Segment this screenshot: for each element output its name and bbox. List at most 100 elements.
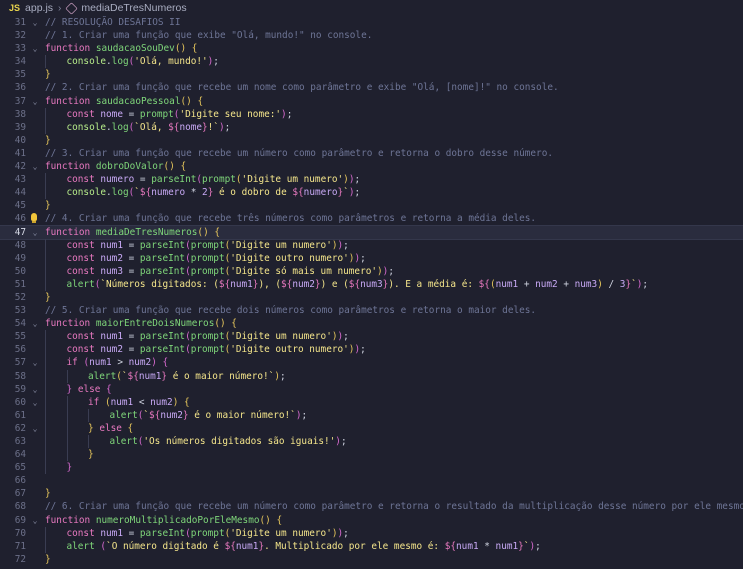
- code-line[interactable]: 51 alert(`Números digitados: (${num1}), (…: [0, 277, 743, 291]
- code-line[interactable]: 35}: [0, 68, 743, 81]
- code-line[interactable]: 36 // 2. Criar uma função que recebe um n…: [0, 81, 743, 94]
- code-line[interactable]: 38 const nome = prompt('Digite seu nome:'…: [0, 107, 743, 121]
- code-line[interactable]: 72}: [0, 553, 743, 566]
- code-text[interactable]: function mediaDeTresNumeros() {: [45, 226, 220, 239]
- code-line[interactable]: 63 alert('Os números digitados são iguais…: [0, 435, 743, 449]
- code-text[interactable]: }: [67, 461, 73, 474]
- code-text[interactable]: alert(`Números digitados: (${num1}), (${…: [67, 278, 649, 291]
- code-area[interactable]: 31 ⌄ // RESOLUÇÃO DESAFIOS II 32 // 1. Criar…: [0, 16, 743, 569]
- code-line[interactable]: 44 console.log(`${numero * 2} é o dobro d…: [0, 186, 743, 200]
- code-text[interactable]: const num3 = parseInt(prompt('Digite só …: [67, 265, 394, 278]
- code-token: function: [45, 161, 91, 173]
- code-text[interactable]: // 2. Criar uma função que recebe um nom…: [45, 81, 559, 94]
- code-text[interactable]: const num2 = parseInt(prompt('Digite out…: [67, 252, 366, 265]
- code-text[interactable]: }: [45, 199, 51, 212]
- code-text[interactable]: // 4. Criar uma função que recebe três n…: [45, 212, 536, 225]
- code-line[interactable]: 31 ⌄ // RESOLUÇÃO DESAFIOS II: [0, 16, 743, 29]
- lightbulb-icon[interactable]: [31, 213, 37, 224]
- code-text[interactable]: function dobroDoValor() {: [45, 160, 186, 173]
- code-line[interactable]: 32 // 1. Criar uma função que exibe "Olá,…: [0, 29, 743, 42]
- code-text[interactable]: const num1 = parseInt(prompt('Digite um …: [67, 239, 349, 252]
- fold-chevron-icon[interactable]: ⌄: [30, 396, 40, 409]
- fold-chevron-icon[interactable]: ⌄: [30, 16, 40, 29]
- code-line[interactable]: 53 // 5. Criar uma função que recebe dois…: [0, 304, 743, 317]
- fold-chevron-icon[interactable]: ⌄: [30, 42, 40, 55]
- fold-chevron-icon[interactable]: ⌄: [30, 356, 40, 369]
- code-line[interactable]: 50 const num3 = parseInt(prompt('Digite s…: [0, 264, 743, 278]
- code-text[interactable]: // 5. Criar uma função que recebe dois n…: [45, 304, 536, 317]
- code-text[interactable]: function maiorEntreDoisNumeros() {: [45, 317, 237, 330]
- code-line[interactable]: 65}: [0, 461, 743, 475]
- code-text[interactable]: alert('Os números digitados são iguais!'…: [110, 435, 347, 448]
- fold-chevron-icon[interactable]: ⌄: [30, 95, 40, 108]
- code-line[interactable]: 48 const num1 = parseInt(prompt('Digite u…: [0, 238, 743, 252]
- code-line[interactable]: 66: [0, 474, 743, 487]
- code-line[interactable]: 70 const num1 = parseInt(prompt('Digite u…: [0, 526, 743, 540]
- code-line[interactable]: 43 const numero = parseInt(prompt('Digite…: [0, 173, 743, 187]
- code-text[interactable]: const num1 = parseInt(prompt('Digite um …: [67, 527, 349, 540]
- code-line[interactable]: 64}: [0, 448, 743, 462]
- code-line[interactable]: 59 ⌄} else {: [0, 382, 743, 396]
- code-text[interactable]: console.log(`${numero * 2} é o dobro de …: [67, 186, 361, 199]
- fold-chevron-icon[interactable]: ⌄: [30, 514, 40, 527]
- code-line[interactable]: 34 console.log('Olá, mundo!');: [0, 55, 743, 69]
- code-line[interactable]: 71 alert (`O número digitado é ${num1}. M…: [0, 539, 743, 553]
- code-text[interactable]: if (num1 > num2) {: [67, 356, 169, 369]
- code-text[interactable]: } else {: [88, 422, 133, 435]
- code-line[interactable]: 69 ⌄ function numeroMultiplicadoPorEleMesm…: [0, 514, 743, 527]
- fold-chevron-icon[interactable]: ⌄: [30, 422, 40, 435]
- code-line[interactable]: 56 const num2 = parseInt(prompt('Digite o…: [0, 343, 743, 357]
- code-text[interactable]: alert(`${num1} é o maior número!`);: [88, 370, 286, 383]
- code-text[interactable]: // 1. Criar uma função que exibe "Olá, m…: [45, 29, 372, 42]
- code-line[interactable]: 68 // 6. Criar uma função que recebe um n…: [0, 500, 743, 513]
- code-line[interactable]: 46 // 4. Criar uma função que recebe três…: [0, 212, 743, 225]
- code-line[interactable]: 37 ⌄ function saudacaoPessoal() {: [0, 95, 743, 108]
- code-line[interactable]: 40}: [0, 134, 743, 147]
- code-line[interactable]: 49 const num2 = parseInt(prompt('Digite o…: [0, 251, 743, 265]
- code-text[interactable]: }: [45, 291, 51, 304]
- code-line[interactable]: 33 ⌄ function saudacaoSouDev() {: [0, 42, 743, 55]
- code-text[interactable]: }: [88, 448, 94, 461]
- code-text[interactable]: console.log(`Olá, ${nome}!`);: [67, 121, 231, 134]
- code-text[interactable]: // 6. Criar uma função que recebe um núm…: [45, 500, 743, 513]
- code-text[interactable]: const num1 = parseInt(prompt('Digite um …: [67, 330, 349, 343]
- code-line[interactable]: 45}: [0, 199, 743, 212]
- code-text[interactable]: const nome = prompt('Digite seu nome:');: [67, 108, 293, 121]
- code-text[interactable]: // RESOLUÇÃO DESAFIOS II: [45, 16, 180, 29]
- breadcrumb-file[interactable]: app.js: [25, 2, 53, 14]
- breadcrumb-symbol[interactable]: mediaDeTresNumeros: [81, 2, 186, 14]
- code-line[interactable]: 55 const num1 = parseInt(prompt('Digite u…: [0, 330, 743, 344]
- code-line[interactable]: 54 ⌄ function maiorEntreDoisNumeros() {: [0, 317, 743, 330]
- code-line[interactable]: 57 ⌄ if (num1 > num2) {: [0, 356, 743, 370]
- code-text[interactable]: const num2 = parseInt(prompt('Digite out…: [67, 343, 366, 356]
- code-line[interactable]: 58 alert(`${num1} é o maior número!`);: [0, 369, 743, 383]
- code-text[interactable]: }: [45, 68, 51, 81]
- code-text[interactable]: }: [45, 134, 51, 147]
- code-text[interactable]: function numeroMultiplicadoPorEleMesmo()…: [45, 514, 282, 527]
- code-text[interactable]: function saudacaoPessoal() {: [45, 95, 203, 108]
- code-line[interactable]: 52}: [0, 291, 743, 304]
- code-text[interactable]: alert (`O número digitado é ${num1}. Mul…: [67, 540, 541, 553]
- code-text[interactable]: console.log('Olá, mundo!');: [67, 55, 219, 68]
- fold-chevron-icon[interactable]: ⌄: [30, 160, 40, 173]
- code-text[interactable]: } else {: [67, 383, 112, 396]
- fold-chevron-icon[interactable]: ⌄: [30, 383, 40, 396]
- fold-chevron-icon[interactable]: ⌄: [30, 317, 40, 330]
- code-text[interactable]: const numero = parseInt(prompt('Digite u…: [67, 173, 361, 186]
- code-line[interactable]: 62 ⌄} else {: [0, 421, 743, 435]
- code-line[interactable]: 39 console.log(`Olá, ${nome}!`);: [0, 120, 743, 134]
- code-line[interactable]: 60 ⌄ if (num1 < num2) {: [0, 395, 743, 409]
- fold-chevron-icon[interactable]: ⌄: [30, 226, 40, 239]
- code-text[interactable]: }: [45, 487, 51, 500]
- code-text[interactable]: if (num1 < num2) {: [88, 396, 190, 409]
- code-line[interactable]: 47 ⌄ function mediaDeTresNumeros() {: [0, 224, 743, 240]
- code-text[interactable]: alert(`${num2} é o maior número!`);: [110, 409, 308, 422]
- code-line[interactable]: 61 alert(`${num2} é o maior número!`);: [0, 408, 743, 422]
- code-text[interactable]: // 3. Criar uma função que recebe um núm…: [45, 147, 553, 160]
- code-line[interactable]: 41 // 3. Criar uma função que recebe um n…: [0, 147, 743, 160]
- code-line[interactable]: 42 ⌄ function dobroDoValor() {: [0, 160, 743, 173]
- code-editor[interactable]: JS app.js › mediaDeTresNumeros 31 ⌄ // RES…: [0, 0, 743, 569]
- code-text[interactable]: }: [45, 553, 51, 566]
- code-line[interactable]: 67}: [0, 487, 743, 500]
- code-text[interactable]: function saudacaoSouDev() {: [45, 42, 197, 55]
